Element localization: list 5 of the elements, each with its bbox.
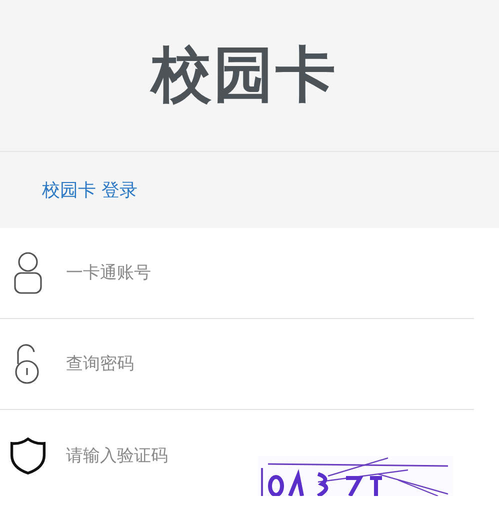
input-field[interactable]: 请输入验证码 [64, 444, 248, 466]
app-title: 校园卡 [152, 39, 338, 112]
shield-icon [10, 434, 46, 476]
input-field[interactable]: 一卡通账号 [64, 262, 248, 284]
input-field[interactable]: 查询密码 [64, 353, 248, 375]
